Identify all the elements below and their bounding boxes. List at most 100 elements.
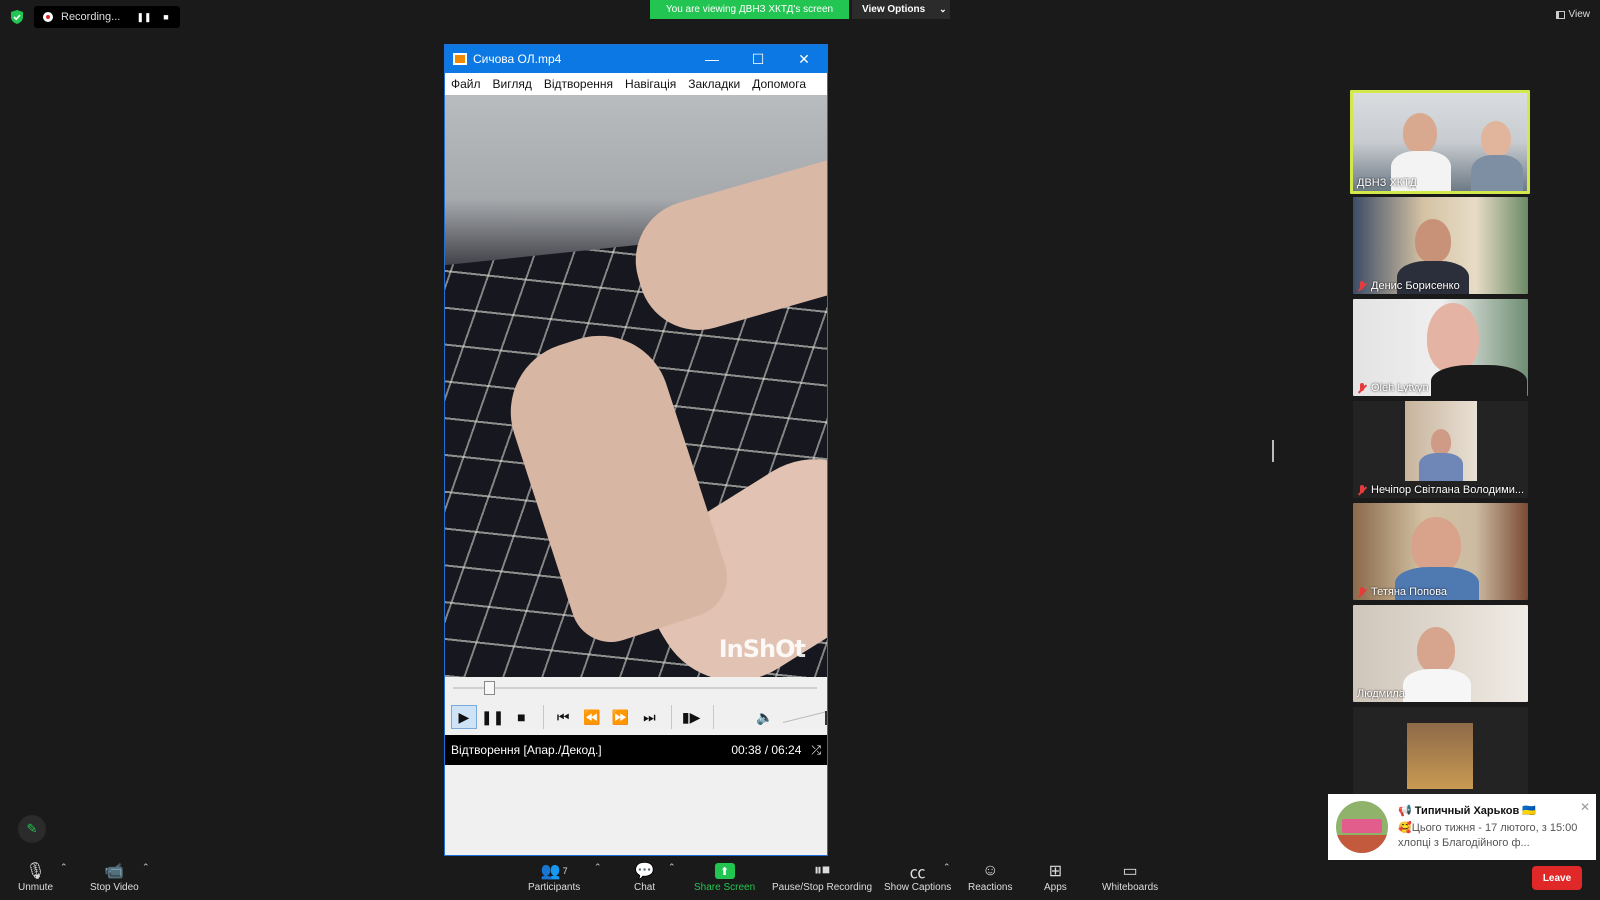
- previous-icon[interactable]: ⏮: [550, 705, 576, 729]
- participant-name: Нечіпор Світлана Володими...: [1357, 484, 1524, 496]
- volume-slider[interactable]: [783, 709, 827, 725]
- participant-face: [1481, 121, 1511, 157]
- chat-button[interactable]: 💬 Chat: [634, 860, 655, 893]
- meeting-toolbar: 🎙 Unmute ⌃ 📹 Stop Video ⌃ 👥 7 Participant…: [0, 858, 1600, 900]
- media-player-window: Сичова ОЛ.mp4 — ☐ ✕ Файл Вигляд Відтворе…: [444, 44, 828, 856]
- reactions-label: Reactions: [968, 882, 1013, 893]
- muted-mic-icon: [1357, 382, 1367, 394]
- seek-knob[interactable]: [484, 681, 496, 695]
- muted-mic-icon: [1357, 484, 1367, 496]
- menu-playback[interactable]: Відтворення: [544, 77, 613, 91]
- muted-mic-icon: [1357, 280, 1367, 292]
- pause-stop-icon: ⏸⏹: [814, 862, 831, 879]
- participants-count: 7: [562, 866, 568, 876]
- apps-icon: ⊞: [1048, 863, 1063, 880]
- participant-tile[interactable]: Нечіпор Світлана Володими...: [1353, 401, 1528, 498]
- reactions-button[interactable]: ☺ Reactions: [968, 860, 1012, 893]
- pause-stop-recording-button[interactable]: ⏸⏹ Pause/Stop Recording: [772, 860, 872, 893]
- pause-stop-recording-label: Pause/Stop Recording: [772, 882, 873, 893]
- apps-button[interactable]: ⊞ Apps: [1044, 860, 1067, 893]
- unmute-button[interactable]: 🎙 Unmute: [18, 860, 53, 893]
- chat-label: Chat: [634, 882, 656, 893]
- notification-title: 📢 Типичный Харьков 🇺🇦: [1398, 804, 1536, 817]
- participant-tile[interactable]: Тетяна Попова: [1353, 503, 1528, 600]
- apps-label: Apps: [1044, 882, 1067, 893]
- menu-file[interactable]: Файл: [451, 77, 481, 91]
- chevron-up-icon[interactable]: ⌃: [668, 862, 676, 873]
- panel-splitter[interactable]: [1272, 440, 1274, 462]
- close-icon[interactable]: ✕: [1580, 800, 1590, 814]
- shuffle-icon[interactable]: ⤮: [811, 743, 821, 758]
- participant-body: [1471, 155, 1523, 191]
- participant-tile[interactable]: [1353, 707, 1528, 804]
- viewing-screen-banner: You are viewing ДВНЗ ХКТД's screen: [650, 0, 849, 19]
- notification-body: 📢 Типичный Харьков 🇺🇦 🥰Цього тижня - 17 …: [1398, 804, 1586, 851]
- participant-body: [1403, 669, 1471, 702]
- player-window-title: Сичова ОЛ.mp4: [473, 52, 562, 66]
- participants-label: Participants: [528, 882, 581, 893]
- participant-name: Тетяна Попова: [1357, 586, 1447, 598]
- participant-name: Денис Борисенко: [1357, 280, 1460, 292]
- rewind-icon[interactable]: ⏪: [579, 705, 605, 729]
- show-captions-button[interactable]: ㏄ Show Captions: [884, 860, 951, 893]
- whiteboards-button[interactable]: ▭ Whiteboards: [1102, 860, 1158, 893]
- whiteboard-icon: ▭: [1122, 863, 1138, 880]
- close-icon[interactable]: ✕: [781, 45, 827, 73]
- share-screen-button[interactable]: ⬆ Share Screen: [694, 860, 755, 893]
- stop-recording-icon[interactable]: ■: [155, 12, 177, 22]
- muted-mic-icon: [1357, 586, 1367, 598]
- video-camera-icon: 📹: [104, 863, 125, 880]
- recording-dot-icon: [43, 12, 53, 22]
- volume-icon[interactable]: 🔈: [756, 709, 773, 726]
- participant-tile[interactable]: Людмила: [1353, 605, 1528, 702]
- share-screen-icon: ⬆: [714, 860, 735, 882]
- pause-icon[interactable]: ❚❚: [480, 705, 506, 729]
- participants-button[interactable]: 👥 7 Participants: [528, 860, 580, 893]
- view-button[interactable]: View: [1555, 9, 1590, 20]
- seek-bar[interactable]: [445, 677, 827, 699]
- chevron-up-icon[interactable]: ⌃: [60, 862, 68, 873]
- participant-face: [1431, 429, 1451, 455]
- player-title-bar[interactable]: Сичова ОЛ.mp4 — ☐ ✕: [445, 45, 827, 73]
- play-icon[interactable]: ▶: [451, 705, 477, 729]
- minimize-icon[interactable]: —: [689, 45, 735, 73]
- inshot-watermark: InShOt: [718, 635, 806, 663]
- pause-recording-icon[interactable]: ❚❚: [133, 12, 155, 23]
- playback-time: 00:38 / 06:24: [731, 743, 802, 757]
- menu-bookmarks[interactable]: Закладки: [688, 77, 740, 91]
- participant-tile[interactable]: Денис Борисенко: [1353, 197, 1528, 294]
- fast-forward-icon[interactable]: ⏩: [608, 705, 634, 729]
- divider: [543, 705, 545, 729]
- participant-tile[interactable]: ДВНЗ ХКТД: [1350, 90, 1530, 194]
- vlc-cone-icon: [453, 53, 467, 65]
- chat-bubble-icon: 💬: [634, 863, 655, 880]
- notification-toast[interactable]: 📢 Типичный Харьков 🇺🇦 🥰Цього тижня - 17 …: [1328, 794, 1596, 860]
- recording-indicator: Recording... ❚❚ ■: [34, 6, 180, 28]
- participants-icon: 👥 7: [540, 863, 568, 880]
- participant-tile[interactable]: Oleh Lytvyn: [1353, 299, 1528, 396]
- chevron-up-icon[interactable]: ⌃: [142, 862, 150, 873]
- participant-avatar: [1407, 723, 1473, 789]
- stop-video-button[interactable]: 📹 Stop Video: [90, 860, 139, 893]
- menu-navigation[interactable]: Навігація: [625, 77, 676, 91]
- view-options-button[interactable]: View Options ⌄: [852, 0, 950, 19]
- chevron-up-icon[interactable]: ⌃: [594, 862, 602, 873]
- player-controls: ▶ ❚❚ ■ ⏮ ⏪ ⏩ ⏭ ▮▶ 🔈: [445, 699, 827, 735]
- next-icon[interactable]: ⏭: [637, 705, 663, 729]
- security-shield-icon[interactable]: [10, 10, 24, 24]
- participant-name: ДВНЗ ХКТД: [1357, 177, 1417, 189]
- leave-button[interactable]: Leave: [1532, 866, 1582, 890]
- stop-icon[interactable]: ■: [509, 705, 535, 729]
- participant-face: [1417, 627, 1455, 673]
- menu-view[interactable]: Вигляд: [493, 77, 532, 91]
- annotate-pencil-icon[interactable]: ✎: [18, 815, 46, 843]
- maximize-icon[interactable]: ☐: [735, 45, 781, 73]
- participant-name: Людмила: [1357, 688, 1405, 700]
- frame-step-icon[interactable]: ▮▶: [678, 705, 704, 729]
- chevron-up-icon[interactable]: ⌃: [943, 862, 951, 873]
- show-captions-label: Show Captions: [884, 882, 952, 893]
- menu-help[interactable]: Допомога: [752, 77, 806, 91]
- muted-mic-icon: 🎙: [25, 863, 46, 880]
- participant-face: [1403, 113, 1437, 153]
- participant-body: [1431, 365, 1527, 396]
